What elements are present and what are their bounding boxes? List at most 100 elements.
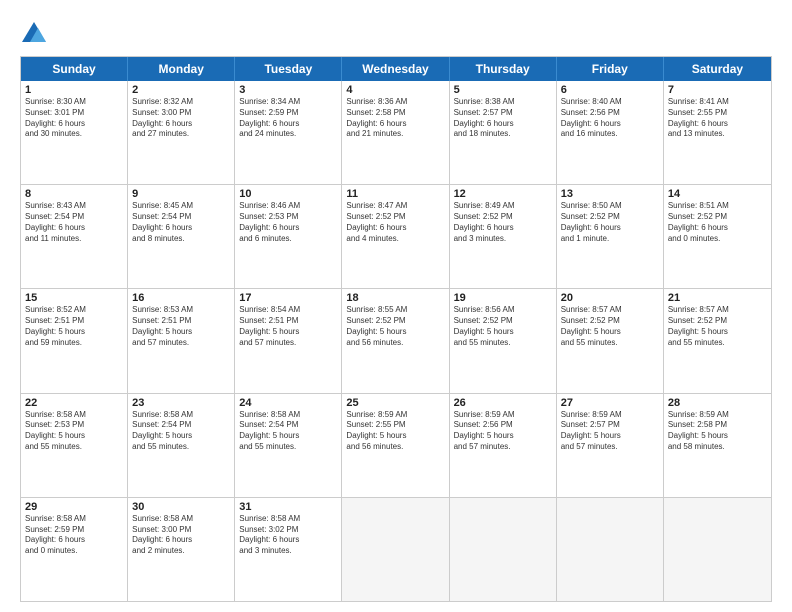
cell-info: Sunrise: 8:57 AMSunset: 2:52 PMDaylight:…: [668, 305, 767, 348]
calendar-cell: 14Sunrise: 8:51 AMSunset: 2:52 PMDayligh…: [664, 185, 771, 288]
calendar-cell: 9Sunrise: 8:45 AMSunset: 2:54 PMDaylight…: [128, 185, 235, 288]
calendar-cell: 26Sunrise: 8:59 AMSunset: 2:56 PMDayligh…: [450, 394, 557, 497]
day-number: 22: [25, 397, 123, 409]
day-number: 11: [346, 188, 444, 200]
day-number: 15: [25, 292, 123, 304]
cell-info: Sunrise: 8:50 AMSunset: 2:52 PMDaylight:…: [561, 201, 659, 244]
calendar-body: 1Sunrise: 8:30 AMSunset: 3:01 PMDaylight…: [21, 81, 771, 601]
cell-info: Sunrise: 8:32 AMSunset: 3:00 PMDaylight:…: [132, 97, 230, 140]
day-number: 9: [132, 188, 230, 200]
calendar-cell: 28Sunrise: 8:59 AMSunset: 2:58 PMDayligh…: [664, 394, 771, 497]
cell-info: Sunrise: 8:34 AMSunset: 2:59 PMDaylight:…: [239, 97, 337, 140]
day-number: 8: [25, 188, 123, 200]
cell-info: Sunrise: 8:46 AMSunset: 2:53 PMDaylight:…: [239, 201, 337, 244]
cell-info: Sunrise: 8:59 AMSunset: 2:58 PMDaylight:…: [668, 410, 767, 453]
cell-info: Sunrise: 8:59 AMSunset: 2:57 PMDaylight:…: [561, 410, 659, 453]
day-number: 2: [132, 84, 230, 96]
day-number: 3: [239, 84, 337, 96]
calendar-row-4: 22Sunrise: 8:58 AMSunset: 2:53 PMDayligh…: [21, 394, 771, 498]
day-number: 23: [132, 397, 230, 409]
calendar-cell: 16Sunrise: 8:53 AMSunset: 2:51 PMDayligh…: [128, 289, 235, 392]
cell-info: Sunrise: 8:36 AMSunset: 2:58 PMDaylight:…: [346, 97, 444, 140]
calendar-cell: 22Sunrise: 8:58 AMSunset: 2:53 PMDayligh…: [21, 394, 128, 497]
calendar-cell: 17Sunrise: 8:54 AMSunset: 2:51 PMDayligh…: [235, 289, 342, 392]
calendar-cell: 15Sunrise: 8:52 AMSunset: 2:51 PMDayligh…: [21, 289, 128, 392]
header-day-monday: Monday: [128, 57, 235, 81]
day-number: 14: [668, 188, 767, 200]
header-day-friday: Friday: [557, 57, 664, 81]
header-day-wednesday: Wednesday: [342, 57, 449, 81]
calendar-cell: 29Sunrise: 8:58 AMSunset: 2:59 PMDayligh…: [21, 498, 128, 601]
calendar-cell: 25Sunrise: 8:59 AMSunset: 2:55 PMDayligh…: [342, 394, 449, 497]
day-number: 30: [132, 501, 230, 513]
calendar-cell: 13Sunrise: 8:50 AMSunset: 2:52 PMDayligh…: [557, 185, 664, 288]
calendar-row-5: 29Sunrise: 8:58 AMSunset: 2:59 PMDayligh…: [21, 498, 771, 601]
calendar-cell: 2Sunrise: 8:32 AMSunset: 3:00 PMDaylight…: [128, 81, 235, 184]
day-number: 21: [668, 292, 767, 304]
calendar: SundayMondayTuesdayWednesdayThursdayFrid…: [20, 56, 772, 602]
calendar-cell: 6Sunrise: 8:40 AMSunset: 2:56 PMDaylight…: [557, 81, 664, 184]
calendar-cell: 4Sunrise: 8:36 AMSunset: 2:58 PMDaylight…: [342, 81, 449, 184]
day-number: 31: [239, 501, 337, 513]
day-number: 19: [454, 292, 552, 304]
calendar-cell: 3Sunrise: 8:34 AMSunset: 2:59 PMDaylight…: [235, 81, 342, 184]
calendar-cell: 23Sunrise: 8:58 AMSunset: 2:54 PMDayligh…: [128, 394, 235, 497]
day-number: 17: [239, 292, 337, 304]
calendar-cell: 11Sunrise: 8:47 AMSunset: 2:52 PMDayligh…: [342, 185, 449, 288]
calendar-cell: 20Sunrise: 8:57 AMSunset: 2:52 PMDayligh…: [557, 289, 664, 392]
cell-info: Sunrise: 8:56 AMSunset: 2:52 PMDaylight:…: [454, 305, 552, 348]
cell-info: Sunrise: 8:30 AMSunset: 3:01 PMDaylight:…: [25, 97, 123, 140]
day-number: 4: [346, 84, 444, 96]
cell-info: Sunrise: 8:53 AMSunset: 2:51 PMDaylight:…: [132, 305, 230, 348]
cell-info: Sunrise: 8:57 AMSunset: 2:52 PMDaylight:…: [561, 305, 659, 348]
cell-info: Sunrise: 8:52 AMSunset: 2:51 PMDaylight:…: [25, 305, 123, 348]
day-number: 1: [25, 84, 123, 96]
cell-info: Sunrise: 8:40 AMSunset: 2:56 PMDaylight:…: [561, 97, 659, 140]
calendar-cell: 1Sunrise: 8:30 AMSunset: 3:01 PMDaylight…: [21, 81, 128, 184]
day-number: 24: [239, 397, 337, 409]
calendar-cell: 12Sunrise: 8:49 AMSunset: 2:52 PMDayligh…: [450, 185, 557, 288]
calendar-header: SundayMondayTuesdayWednesdayThursdayFrid…: [21, 57, 771, 81]
cell-info: Sunrise: 8:58 AMSunset: 2:59 PMDaylight:…: [25, 514, 123, 557]
calendar-cell: [450, 498, 557, 601]
day-number: 5: [454, 84, 552, 96]
cell-info: Sunrise: 8:54 AMSunset: 2:51 PMDaylight:…: [239, 305, 337, 348]
cell-info: Sunrise: 8:58 AMSunset: 3:00 PMDaylight:…: [132, 514, 230, 557]
header: [20, 16, 772, 48]
calendar-cell: 10Sunrise: 8:46 AMSunset: 2:53 PMDayligh…: [235, 185, 342, 288]
day-number: 27: [561, 397, 659, 409]
day-number: 29: [25, 501, 123, 513]
calendar-cell: [342, 498, 449, 601]
header-day-saturday: Saturday: [664, 57, 771, 81]
calendar-cell: 31Sunrise: 8:58 AMSunset: 3:02 PMDayligh…: [235, 498, 342, 601]
calendar-cell: 30Sunrise: 8:58 AMSunset: 3:00 PMDayligh…: [128, 498, 235, 601]
day-number: 28: [668, 397, 767, 409]
day-number: 12: [454, 188, 552, 200]
day-number: 18: [346, 292, 444, 304]
calendar-row-3: 15Sunrise: 8:52 AMSunset: 2:51 PMDayligh…: [21, 289, 771, 393]
cell-info: Sunrise: 8:59 AMSunset: 2:55 PMDaylight:…: [346, 410, 444, 453]
day-number: 16: [132, 292, 230, 304]
calendar-cell: 7Sunrise: 8:41 AMSunset: 2:55 PMDaylight…: [664, 81, 771, 184]
calendar-cell: 21Sunrise: 8:57 AMSunset: 2:52 PMDayligh…: [664, 289, 771, 392]
calendar-cell: 5Sunrise: 8:38 AMSunset: 2:57 PMDaylight…: [450, 81, 557, 184]
calendar-cell: 8Sunrise: 8:43 AMSunset: 2:54 PMDaylight…: [21, 185, 128, 288]
header-day-thursday: Thursday: [450, 57, 557, 81]
day-number: 13: [561, 188, 659, 200]
calendar-cell: [664, 498, 771, 601]
day-number: 20: [561, 292, 659, 304]
day-number: 10: [239, 188, 337, 200]
calendar-cell: 27Sunrise: 8:59 AMSunset: 2:57 PMDayligh…: [557, 394, 664, 497]
page: SundayMondayTuesdayWednesdayThursdayFrid…: [0, 0, 792, 612]
day-number: 25: [346, 397, 444, 409]
cell-info: Sunrise: 8:59 AMSunset: 2:56 PMDaylight:…: [454, 410, 552, 453]
day-number: 26: [454, 397, 552, 409]
cell-info: Sunrise: 8:49 AMSunset: 2:52 PMDaylight:…: [454, 201, 552, 244]
cell-info: Sunrise: 8:47 AMSunset: 2:52 PMDaylight:…: [346, 201, 444, 244]
calendar-cell: 19Sunrise: 8:56 AMSunset: 2:52 PMDayligh…: [450, 289, 557, 392]
cell-info: Sunrise: 8:38 AMSunset: 2:57 PMDaylight:…: [454, 97, 552, 140]
calendar-cell: [557, 498, 664, 601]
cell-info: Sunrise: 8:58 AMSunset: 2:54 PMDaylight:…: [132, 410, 230, 453]
logo: [20, 20, 52, 48]
calendar-row-1: 1Sunrise: 8:30 AMSunset: 3:01 PMDaylight…: [21, 81, 771, 185]
